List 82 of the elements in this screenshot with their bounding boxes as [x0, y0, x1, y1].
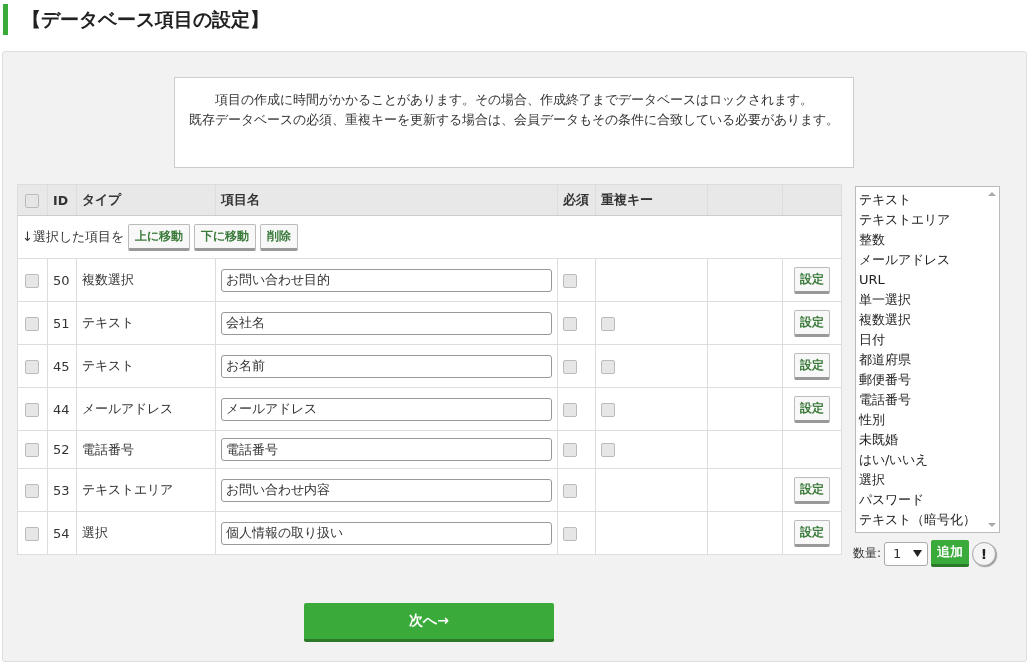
id-cell: 52: [53, 442, 70, 457]
id-cell: 50: [53, 272, 70, 288]
type-option[interactable]: 郵便番号: [859, 370, 985, 390]
dropdown-caret-icon: [913, 550, 923, 557]
type-option[interactable]: パスワード: [859, 490, 985, 510]
row-checkbox[interactable]: [25, 316, 40, 331]
type-listbox[interactable]: テキスト テキストエリア 整数 メールアドレス URL 単一選択 複数選択 日付 都道府県 郵便番号 電話番号 性別 未既婚 はい/いいえ 選択 パスワード テキスト（暗号化）: [855, 186, 1000, 533]
field-name-input[interactable]: お名前: [220, 354, 553, 378]
column-header: 重複キー: [601, 191, 654, 207]
field-name-input[interactable]: 会社名: [220, 311, 553, 335]
type-option[interactable]: 性別: [859, 410, 985, 430]
type-cell: テキストエリア: [81, 482, 173, 497]
type-cell: テキスト: [81, 358, 134, 373]
type-option[interactable]: 整数: [859, 230, 985, 250]
type-option[interactable]: 選択: [859, 470, 985, 490]
type-cell: 複数選択: [81, 272, 134, 287]
column-header: 必須: [563, 191, 590, 207]
unique-key-checkbox[interactable]: [601, 443, 616, 458]
required-checkbox[interactable]: [563, 483, 578, 498]
quantity-label: 数量:: [853, 545, 882, 562]
type-option[interactable]: 電話番号: [859, 390, 985, 410]
id-cell: 44: [53, 401, 70, 417]
required-checkbox[interactable]: [563, 273, 578, 288]
required-checkbox[interactable]: [563, 359, 578, 374]
type-cell: 選択: [81, 525, 108, 540]
field-name-input[interactable]: 電話番号: [220, 438, 553, 461]
column-header: ID: [53, 192, 68, 208]
type-option[interactable]: テキスト: [859, 190, 985, 210]
field-name-input[interactable]: お問い合わせ目的: [220, 268, 553, 292]
id-cell: 51: [53, 315, 70, 331]
type-option[interactable]: 未既婚: [859, 430, 985, 450]
unique-key-checkbox[interactable]: [601, 359, 616, 374]
settings-button[interactable]: 設定: [794, 309, 830, 337]
row-checkbox[interactable]: [25, 526, 40, 541]
scroll-up-icon[interactable]: [988, 191, 996, 197]
field-name-input[interactable]: メールアドレス: [220, 397, 553, 421]
type-option[interactable]: URL: [859, 270, 985, 290]
required-checkbox[interactable]: [563, 402, 578, 417]
id-cell: 53: [53, 482, 70, 498]
id-cell: 45: [53, 358, 70, 374]
action-label: ↓選択した項目を: [22, 228, 124, 246]
type-option[interactable]: テキスト（暗号化）: [859, 510, 985, 530]
settings-button[interactable]: 設定: [794, 476, 830, 504]
settings-button[interactable]: 設定: [794, 352, 830, 380]
type-option[interactable]: 単一選択: [859, 290, 985, 310]
row-checkbox[interactable]: [25, 273, 40, 288]
required-checkbox[interactable]: [563, 526, 578, 541]
settings-button[interactable]: 設定: [794, 395, 830, 423]
action-button[interactable]: 上に移動: [127, 223, 190, 251]
help-button[interactable]: !: [972, 541, 997, 566]
required-checkbox[interactable]: [563, 316, 578, 331]
type-cell: テキスト: [81, 315, 134, 330]
column-header: 項目名: [220, 191, 260, 207]
quantity-select[interactable]: 1: [884, 541, 929, 566]
column-header: タイプ: [81, 191, 121, 207]
scroll-down-icon[interactable]: [988, 522, 996, 528]
row-checkbox[interactable]: [25, 359, 40, 374]
row-checkbox[interactable]: [25, 443, 40, 458]
page-title: 【データベース項目の設定】: [3, 4, 1029, 35]
unique-key-checkbox[interactable]: [601, 402, 616, 417]
settings-button[interactable]: 設定: [794, 266, 830, 294]
row-checkbox[interactable]: [25, 402, 40, 417]
unique-key-checkbox[interactable]: [601, 316, 616, 331]
select-all-checkbox[interactable]: [25, 193, 40, 208]
notice-text: 既存データベースの必須、重複キーを更新する場合は、会員データもその条件に合致している必要があります。: [189, 111, 839, 129]
row-checkbox[interactable]: [25, 483, 40, 498]
type-option[interactable]: メールアドレス: [859, 250, 985, 270]
type-option[interactable]: 日付: [859, 330, 985, 350]
type-cell: 電話番号: [81, 441, 134, 457]
type-option[interactable]: テキストエリア: [859, 210, 985, 230]
notice-text: 項目の作成に時間がかかることがあります。その場合、作成終了までデータベースはロックされます。: [214, 91, 814, 109]
settings-button[interactable]: 設定: [794, 519, 830, 547]
action-button[interactable]: 下に移動: [193, 223, 256, 251]
type-option[interactable]: 複数選択: [859, 310, 985, 330]
type-cell: メールアドレス: [81, 401, 173, 416]
field-name-input[interactable]: お問い合わせ内容: [220, 478, 553, 502]
type-option[interactable]: はい/いいえ: [859, 450, 985, 470]
action-button[interactable]: 削除: [259, 223, 298, 251]
id-cell: 54: [53, 525, 70, 541]
required-checkbox[interactable]: [563, 443, 578, 458]
field-name-input[interactable]: 個人情報の取り扱い: [220, 521, 553, 545]
type-option[interactable]: 都道府県: [859, 350, 985, 370]
